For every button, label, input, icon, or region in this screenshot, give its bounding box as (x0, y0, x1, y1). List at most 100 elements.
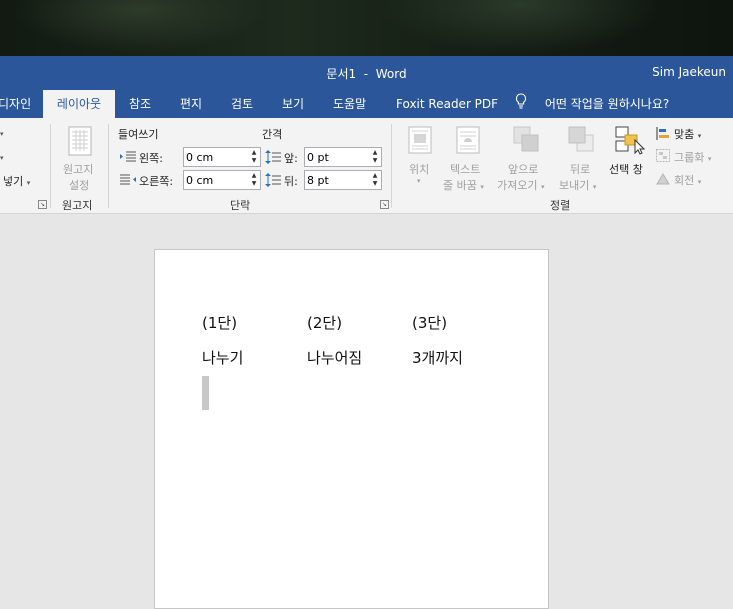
indent-left-label: 왼쪽: (139, 152, 163, 165)
indent-left-spinner[interactable]: ▲ ▼ (183, 147, 261, 167)
user-account[interactable]: Sim Jaekeun (652, 65, 726, 79)
spacing-after-spinner[interactable]: ▲ ▼ (304, 170, 382, 190)
bring-forward-label-2-text: 가져오기 (497, 179, 538, 192)
column-1-heading: (1단) (202, 314, 238, 332)
spacing-before-input[interactable] (307, 149, 369, 165)
align-icon[interactable] (656, 127, 670, 143)
spin-up-icon[interactable]: ▲ (250, 149, 258, 157)
manuscript-page-icon[interactable] (68, 126, 92, 159)
wrap-text-label-2-text: 줄 바꿈 (443, 179, 477, 192)
wrap-text-label-1: 텍스트 (450, 163, 481, 176)
wrap-text-label-2: 줄 바꿈 ▾ (443, 177, 484, 193)
group-objects-label-text: 그룹화 (674, 151, 705, 164)
group-divider (50, 124, 51, 208)
bring-forward-label-2: 가져오기 ▾ (497, 177, 545, 193)
paragraph-launcher-icon[interactable]: ↘ (380, 200, 389, 209)
indent-right-icon (120, 174, 136, 189)
spin-down-icon[interactable]: ▼ (250, 180, 258, 188)
rotate-label: 회전 ▾ (674, 172, 701, 188)
position-label: 위치 (409, 163, 430, 176)
spacing-after-input[interactable] (307, 172, 369, 188)
position-icon[interactable] (408, 126, 432, 157)
spacing-after-icon (265, 173, 281, 190)
window-title: 문서1 - Word (0, 65, 733, 82)
app-name: Word (375, 67, 407, 81)
spacing-heading: 간격 (262, 128, 283, 141)
title-bar: 문서1 - Word Sim Jaekeun (0, 56, 733, 90)
column-2-heading: (2단) (307, 314, 343, 332)
chevron-down-icon: ▾ (707, 155, 712, 163)
spin-down-icon[interactable]: ▼ (250, 157, 258, 165)
rotate-label-text: 회전 (674, 174, 695, 187)
tab-layout[interactable]: 레이아웃 (43, 90, 115, 118)
tab-foxit-reader-pdf[interactable]: Foxit Reader PDF (396, 90, 498, 118)
spin-up-icon[interactable]: ▲ (371, 172, 379, 180)
tab-review[interactable]: 검토 (231, 90, 253, 118)
tab-references[interactable]: 참조 (129, 90, 151, 118)
indent-heading: 들여쓰기 (118, 128, 159, 141)
chevron-down-icon: ▾ (480, 183, 484, 191)
group-divider (108, 124, 109, 208)
desktop-background (0, 0, 733, 56)
send-backward-icon[interactable] (568, 126, 596, 157)
indent-right-input[interactable] (186, 172, 248, 188)
page-setup-item-3-label: 넣기 (3, 175, 24, 188)
align-label-text: 맞춤 (674, 128, 695, 141)
text-cursor (202, 376, 209, 410)
wrap-text-icon[interactable] (456, 126, 480, 157)
chevron-down-icon: ▾ (697, 178, 702, 186)
ribbon-tab-bar: 디자인 레이아웃 참조 편지 검토 보기 도움말 Foxit Reader PD… (0, 90, 733, 118)
group-label-manuscript: 원고지 (62, 199, 93, 212)
title-separator: - (363, 67, 369, 81)
ribbon: ▾ ▾ 넣기 ▾ ↘ 원고지 설정 원고지 들여쓰기 간격 왼쪽: ▲ ▼ (0, 118, 733, 214)
page-setup-item-2[interactable]: ▾ (0, 150, 4, 163)
tab-help[interactable]: 도움말 (333, 90, 366, 118)
spin-down-icon[interactable]: ▼ (371, 157, 379, 165)
chevron-down-icon: ▾ (592, 183, 597, 191)
document-name: 문서1 (326, 67, 357, 81)
indent-right-spinner[interactable]: ▲ ▼ (183, 170, 261, 190)
tab-mailings[interactable]: 편지 (180, 90, 202, 118)
column-3-heading: (3단) (412, 314, 448, 332)
selection-pane-icon[interactable] (615, 126, 646, 159)
send-backward-label-1: 뒤로 (570, 163, 591, 176)
chevron-down-icon: ▾ (26, 179, 31, 187)
page-setup-item-1[interactable]: ▾ (0, 126, 4, 139)
lightbulb-icon (515, 91, 529, 119)
chevron-down-icon: ▾ (697, 132, 702, 140)
column-1-text: 나누기 (202, 349, 244, 367)
column-3-text: 3개까지 (412, 349, 463, 367)
tab-design[interactable]: 디자인 (0, 90, 38, 118)
group-objects-icon[interactable] (656, 149, 670, 165)
spin-up-icon[interactable]: ▲ (250, 172, 258, 180)
group-label-arrange: 정렬 (550, 199, 571, 212)
group-objects-label: 그룹화 ▾ (674, 149, 711, 165)
bring-forward-icon[interactable] (513, 126, 541, 157)
column-2-text: 나누어짐 (307, 349, 363, 367)
indent-right-label: 오른쪽: (139, 175, 174, 188)
chevron-down-icon: ▾ (417, 177, 421, 185)
spacing-before-spinner[interactable]: ▲ ▼ (304, 147, 382, 167)
indent-left-input[interactable] (186, 149, 248, 165)
tab-view[interactable]: 보기 (282, 90, 304, 118)
align-label[interactable]: 맞춤 ▾ (674, 126, 701, 142)
group-label-paragraph: 단락 (230, 199, 251, 212)
spacing-after-label: 뒤: (284, 175, 298, 188)
bring-forward-label-1: 앞으로 (508, 163, 539, 176)
spin-down-icon[interactable]: ▼ (371, 180, 379, 188)
manuscript-settings-label-2: 설정 (69, 179, 90, 192)
spin-up-icon[interactable]: ▲ (371, 149, 379, 157)
send-backward-label-2: 보내기 ▾ (559, 177, 596, 193)
send-backward-label-2-text: 보내기 (559, 179, 590, 192)
tell-me-box[interactable]: 어떤 작업을 원하시나요? (515, 90, 669, 118)
chevron-down-icon: ▾ (0, 154, 4, 162)
tell-me-text: 어떤 작업을 원하시나요? (544, 97, 670, 111)
document-page[interactable]: (1단) (2단) (3단) 나누기 나누어짐 3개까지 (154, 249, 549, 609)
page-setup-item-3[interactable]: 넣기 ▾ (3, 173, 30, 189)
chevron-down-icon: ▾ (0, 130, 4, 138)
page-setup-launcher-icon[interactable]: ↘ (38, 200, 47, 209)
chevron-down-icon: ▾ (540, 183, 545, 191)
rotate-icon[interactable] (656, 172, 670, 188)
spacing-before-icon (265, 150, 281, 167)
indent-left-icon (120, 151, 136, 166)
